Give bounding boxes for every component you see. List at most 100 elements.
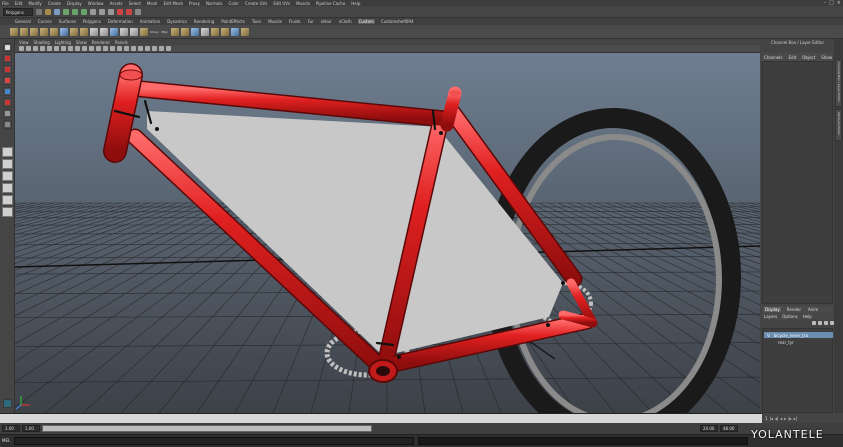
select-component-icon[interactable] bbox=[81, 8, 87, 15]
menu-item[interactable]: Create bbox=[48, 1, 61, 6]
camera-icon[interactable] bbox=[19, 46, 24, 51]
rotate-tool-icon[interactable] bbox=[3, 87, 12, 96]
layer-editor-menu-item[interactable]: Options bbox=[782, 314, 797, 319]
two-pane-layout-icon[interactable] bbox=[2, 171, 13, 181]
menu-item[interactable]: Display bbox=[67, 1, 82, 6]
panel-menu-item[interactable]: Panels bbox=[115, 40, 128, 45]
time-slider[interactable] bbox=[0, 413, 762, 423]
single-pane-layout-icon[interactable] bbox=[2, 147, 13, 157]
shelf-tool-icon[interactable] bbox=[40, 27, 48, 36]
shelf-tab[interactable]: Custom bbox=[357, 19, 375, 24]
panel-menu-item[interactable]: Lighting bbox=[55, 40, 71, 45]
layer-visibility-toggle[interactable]: V bbox=[767, 333, 770, 338]
channel-box-body[interactable] bbox=[762, 61, 833, 304]
shelf-tool-icon[interactable] bbox=[170, 27, 179, 36]
menu-item[interactable]: Select bbox=[129, 1, 141, 6]
depth-of-field-icon[interactable] bbox=[166, 46, 171, 51]
menu-item[interactable]: Help bbox=[351, 1, 360, 6]
shelf-tab[interactable]: General bbox=[14, 19, 32, 24]
panel-menu-item[interactable]: Renderer bbox=[92, 40, 110, 45]
menu-item[interactable]: Edit Mesh bbox=[163, 1, 183, 6]
menu-item[interactable]: Edit bbox=[15, 1, 23, 6]
open-scene-icon[interactable] bbox=[45, 8, 51, 15]
lasso-tool-icon[interactable] bbox=[3, 54, 12, 63]
move-layer-up-icon[interactable] bbox=[824, 321, 828, 325]
manipulator-icon[interactable] bbox=[3, 109, 12, 118]
layer-editor-tab[interactable]: Anim bbox=[807, 307, 819, 312]
new-layer-icon[interactable] bbox=[812, 321, 816, 325]
shelf-tool-icon[interactable] bbox=[80, 27, 88, 36]
menu-item[interactable]: Muscle bbox=[296, 1, 310, 6]
shelf-tab[interactable]: nHair bbox=[320, 19, 333, 24]
hypershade-layout-icon[interactable] bbox=[2, 207, 13, 217]
shelf-tool-icon[interactable] bbox=[210, 27, 219, 36]
last-tool-icon[interactable] bbox=[3, 120, 12, 129]
new-layer-selected-icon[interactable] bbox=[818, 321, 822, 325]
go-end-icon[interactable]: ▸| bbox=[794, 416, 797, 421]
menu-item[interactable]: Mesh bbox=[147, 1, 158, 6]
shelf-tab[interactable]: Dynamics bbox=[166, 19, 188, 24]
shelf-tool-icon[interactable] bbox=[60, 27, 68, 36]
range-slider[interactable] bbox=[42, 425, 372, 432]
save-scene-icon[interactable] bbox=[54, 8, 60, 15]
shelf-label[interactable]: Smoo bbox=[150, 30, 159, 34]
film-gate-icon[interactable] bbox=[47, 46, 52, 51]
select-hierarchy-icon[interactable] bbox=[63, 8, 69, 15]
menu-item[interactable]: File bbox=[2, 1, 9, 6]
channel-box-menu-item[interactable]: Object bbox=[802, 55, 815, 60]
menu-item[interactable]: Assets bbox=[110, 1, 123, 6]
wireframe-icon[interactable] bbox=[82, 46, 87, 51]
four-pane-layout-icon[interactable] bbox=[2, 159, 13, 169]
shelf-tab[interactable]: Fluids bbox=[288, 19, 302, 24]
lights-icon[interactable] bbox=[117, 46, 122, 51]
move-layer-down-icon[interactable] bbox=[830, 321, 834, 325]
shelf-tab[interactable]: Polygons bbox=[82, 19, 102, 24]
play-back-icon[interactable]: ◂ bbox=[780, 416, 782, 421]
command-input[interactable] bbox=[14, 437, 414, 445]
bookmark-icon[interactable] bbox=[26, 46, 31, 51]
new-scene-icon[interactable] bbox=[36, 8, 42, 15]
isolate-select-icon[interactable] bbox=[138, 46, 143, 51]
shelf-tool-icon[interactable] bbox=[110, 27, 118, 36]
frame-field[interactable]: 1 bbox=[765, 416, 768, 421]
shelf-tab[interactable]: Deformation bbox=[107, 19, 134, 24]
menu-item[interactable]: Proxy bbox=[189, 1, 200, 6]
range-start-field[interactable]: 1.00 bbox=[22, 425, 40, 432]
shelf-tab[interactable]: Curves bbox=[37, 19, 53, 24]
shelf-tool-icon[interactable] bbox=[200, 27, 209, 36]
layer-editor-tab[interactable]: Render bbox=[786, 307, 802, 312]
shelf-tool-icon[interactable] bbox=[130, 27, 138, 36]
range-end-field[interactable]: 24.00 bbox=[700, 425, 718, 432]
textured-icon[interactable] bbox=[110, 46, 115, 51]
shelf-tool-icon[interactable] bbox=[90, 27, 98, 36]
shelf-tool-icon[interactable] bbox=[120, 27, 128, 36]
safe-action-icon[interactable] bbox=[75, 46, 80, 51]
shelf-label[interactable]: Mlpl bbox=[162, 30, 168, 34]
start-time-field[interactable]: 1.00 bbox=[2, 425, 20, 432]
scale-tool-icon[interactable] bbox=[3, 98, 12, 107]
field-chart-icon[interactable] bbox=[68, 46, 73, 51]
menu-item[interactable]: Create UVs bbox=[245, 1, 267, 6]
bounding-box-icon[interactable] bbox=[103, 46, 108, 51]
shelf-tool-icon[interactable] bbox=[30, 27, 38, 36]
ipr-render-icon[interactable] bbox=[126, 8, 132, 15]
menu-item[interactable]: Pipeline Cache bbox=[316, 1, 345, 6]
select-object-icon[interactable] bbox=[72, 8, 78, 15]
shelf-tab[interactable]: Muscle bbox=[267, 19, 283, 24]
perspective-viewport[interactable] bbox=[15, 53, 760, 413]
shelf-tool-icon[interactable] bbox=[220, 27, 229, 36]
snap-grid-icon[interactable] bbox=[90, 8, 96, 15]
channel-box-menu-item[interactable]: Channels bbox=[764, 55, 783, 60]
step-forward-icon[interactable]: |▸ bbox=[788, 416, 791, 421]
shelf-tab[interactable]: nCloth bbox=[338, 19, 353, 24]
render-icon[interactable] bbox=[117, 8, 123, 15]
menu-item[interactable]: Modify bbox=[28, 1, 41, 6]
shelf-tool-icon[interactable] bbox=[10, 27, 18, 36]
outliner-layout-icon[interactable] bbox=[2, 183, 13, 193]
shelf-tool-icon[interactable] bbox=[140, 27, 148, 36]
panel-menu-item[interactable]: Show bbox=[76, 40, 87, 45]
shelf-tab[interactable]: PaintEffects bbox=[220, 19, 246, 24]
step-back-icon[interactable]: ◂| bbox=[775, 416, 778, 421]
mel-label[interactable]: MEL bbox=[2, 438, 10, 443]
graph-layout-icon[interactable] bbox=[2, 195, 13, 205]
